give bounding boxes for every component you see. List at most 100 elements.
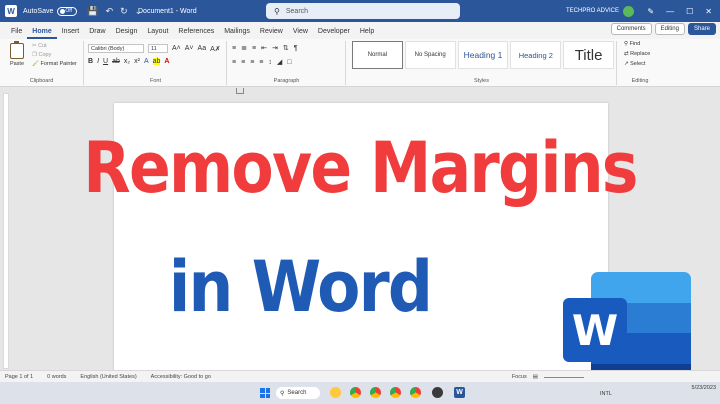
style-title[interactable]: Title <box>563 41 614 69</box>
paragraph-group: ≡ ≣ ≡ ⇤ ⇥ ⇅ ¶ ≡ ≡ ≡ ≡ ↕ ◢ □ Paragraph <box>228 41 346 85</box>
autosave-toggle[interactable]: Off <box>57 6 78 16</box>
proofing-language[interactable]: English (United States) <box>80 374 136 380</box>
decrease-indent-icon[interactable]: ⇤ <box>261 44 267 52</box>
tab-references[interactable]: References <box>173 28 219 39</box>
bold-icon[interactable]: B <box>88 58 93 65</box>
comments-button[interactable]: Comments <box>610 23 652 35</box>
chrome-profile-4-icon[interactable] <box>410 387 421 398</box>
replace-button[interactable]: ⇄ Replace <box>624 51 650 57</box>
line-spacing-icon[interactable]: ↕ <box>268 59 272 66</box>
change-case-icon[interactable]: Aa <box>198 45 207 52</box>
style-no-spacing[interactable]: No Spacing <box>404 41 456 69</box>
file-explorer-icon[interactable] <box>330 387 341 398</box>
align-right-icon[interactable]: ≡ <box>250 59 254 66</box>
font-size-select[interactable]: 11 <box>148 44 168 53</box>
chrome-profile-2-icon[interactable] <box>370 387 381 398</box>
strikethrough-icon[interactable]: ab <box>112 58 120 65</box>
pilcrow-icon[interactable]: ¶ <box>294 45 298 52</box>
tab-insert[interactable]: Insert <box>57 28 85 39</box>
increase-indent-icon[interactable]: ⇥ <box>272 44 278 52</box>
user-account[interactable]: TECHPRO ADVICE <box>566 0 635 22</box>
print-layout-icon[interactable]: ▤ <box>533 374 538 380</box>
style-normal[interactable]: Normal <box>352 41 403 69</box>
chrome-profile-3-icon[interactable] <box>390 387 401 398</box>
style-heading-1[interactable]: Heading 1 <box>457 41 509 69</box>
zoom-slider[interactable] <box>544 376 584 378</box>
paste-button[interactable]: Paste <box>6 41 28 67</box>
superscript-icon[interactable]: x² <box>134 58 140 65</box>
tab-draw[interactable]: Draw <box>84 28 110 39</box>
tab-view[interactable]: View <box>288 28 313 39</box>
tab-layout[interactable]: Layout <box>142 28 173 39</box>
redo-icon[interactable]: ↻ <box>120 6 128 17</box>
accessibility-status[interactable]: Accessibility: Good to go <box>151 374 211 380</box>
ruler-indent-marker[interactable] <box>236 88 244 94</box>
word-count[interactable]: 0 words <box>47 374 66 380</box>
undo-icon[interactable]: ↶ <box>106 6 114 17</box>
search-placeholder: Search <box>285 7 309 15</box>
tab-design[interactable]: Design <box>111 28 143 39</box>
italic-icon[interactable]: I <box>97 58 99 65</box>
styles-group-label: Styles <box>474 78 489 84</box>
numbering-icon[interactable]: ≣ <box>241 44 247 52</box>
cut-button[interactable]: ✂ Cut <box>32 43 77 49</box>
highlight-icon[interactable]: ab <box>152 58 161 65</box>
close-icon[interactable]: ✕ <box>705 7 712 16</box>
page-count[interactable]: Page 1 of 1 <box>5 374 33 380</box>
align-center-icon[interactable]: ≡ <box>241 59 245 66</box>
taskbar: ⚲ Search W INTL 5/23/2023 <box>0 382 720 404</box>
clear-formatting-icon[interactable]: A✗ <box>210 45 221 53</box>
align-left-icon[interactable]: ≡ <box>232 59 236 66</box>
tab-home[interactable]: Home <box>27 28 57 39</box>
text-effects-icon[interactable]: A <box>144 58 149 65</box>
terminal-icon[interactable] <box>432 387 443 398</box>
bullets-icon[interactable]: ≡ <box>232 45 236 52</box>
shrink-font-icon[interactable]: A˅ <box>185 45 194 52</box>
headline-line-2: in Word <box>168 246 433 328</box>
tab-file[interactable]: File <box>6 28 27 39</box>
taskbar-word-icon[interactable]: W <box>454 387 465 398</box>
font-name-select[interactable]: Calibri (Body) <box>88 44 144 53</box>
share-button[interactable]: Share <box>687 23 716 35</box>
copy-button[interactable]: ❐ Copy <box>32 52 77 58</box>
pen-icon[interactable]: ✎ <box>647 7 654 16</box>
status-bar: Page 1 of 1 0 words English (United Stat… <box>0 370 720 382</box>
tab-developer[interactable]: Developer <box>313 28 355 39</box>
format-painter-button[interactable]: 🖌 Format Painter <box>32 61 77 67</box>
keyboard-locale[interactable]: INTL <box>600 391 612 397</box>
select-button[interactable]: ↗ Select <box>624 61 650 67</box>
font-color-icon[interactable]: A <box>164 58 169 65</box>
subscript-icon[interactable]: x₂ <box>124 58 130 65</box>
taskbar-search[interactable]: ⚲ Search <box>276 387 320 399</box>
style-heading-2[interactable]: Heading 2 <box>510 41 562 69</box>
multilevel-list-icon[interactable]: ≡ <box>252 45 256 52</box>
window-controls: ✎ — ☐ ✕ <box>647 0 720 22</box>
grow-font-icon[interactable]: A˄ <box>172 45 181 52</box>
format-painter-label: Format Painter <box>40 61 77 67</box>
headline-line-1: Remove Margins <box>83 127 638 209</box>
sort-icon[interactable]: ⇅ <box>283 44 289 52</box>
find-button[interactable]: ⚲ Find <box>624 41 650 47</box>
maximize-icon[interactable]: ☐ <box>686 7 693 16</box>
autosave-label: AutoSave <box>23 7 54 15</box>
underline-icon[interactable]: U <box>103 58 108 65</box>
tab-mailings[interactable]: Mailings <box>219 28 255 39</box>
minimize-icon[interactable]: — <box>666 7 674 16</box>
avatar[interactable] <box>623 5 635 17</box>
style-no-spacing-label: No Spacing <box>414 52 446 58</box>
tab-review[interactable]: Review <box>255 28 288 39</box>
windows-start-icon[interactable] <box>260 388 270 398</box>
shading-icon[interactable]: ◢ <box>277 58 282 66</box>
justify-icon[interactable]: ≡ <box>259 59 263 66</box>
system-clock[interactable]: 5/23/2023 <box>692 384 716 392</box>
tab-help[interactable]: Help <box>355 28 379 39</box>
paste-label: Paste <box>9 61 25 67</box>
editing-mode-button[interactable]: Editing <box>654 23 685 35</box>
chrome-icon[interactable] <box>350 387 361 398</box>
brush-icon: 🖌 <box>32 61 39 67</box>
search-box[interactable]: ⚲ Search <box>266 3 460 19</box>
ribbon: Paste ✂ Cut ❐ Copy 🖌 Format Painter Clip… <box>0 39 720 87</box>
focus-button[interactable]: Focus <box>512 374 527 380</box>
save-icon[interactable]: 💾 <box>87 6 98 17</box>
borders-icon[interactable]: □ <box>287 59 291 66</box>
